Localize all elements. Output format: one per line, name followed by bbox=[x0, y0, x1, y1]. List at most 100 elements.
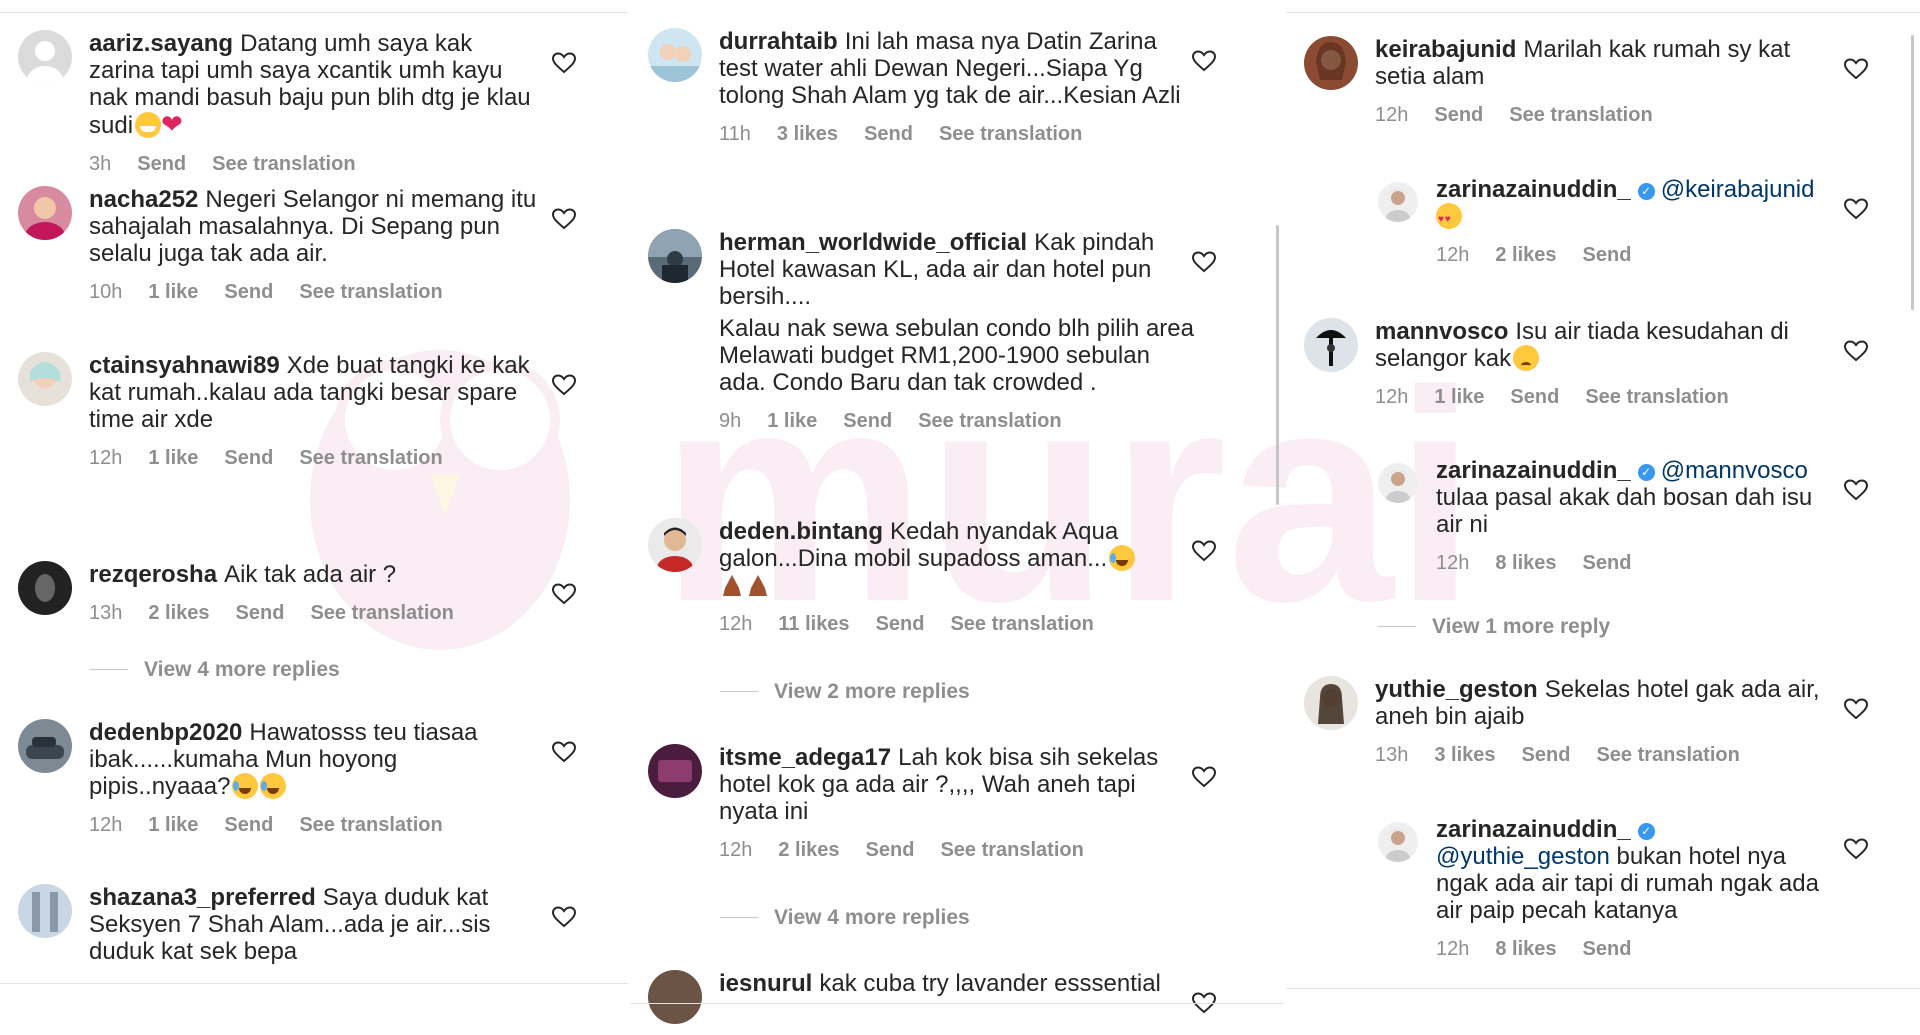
likes-count[interactable]: 11 likes bbox=[778, 613, 849, 635]
avatar[interactable] bbox=[648, 28, 702, 82]
like-heart-icon[interactable] bbox=[1844, 479, 1868, 501]
username[interactable]: deden.bintang bbox=[719, 518, 883, 545]
scrollbar[interactable] bbox=[1276, 225, 1279, 505]
likes-count[interactable]: 2 likes bbox=[1495, 244, 1556, 266]
see-translation-button[interactable]: See translation bbox=[918, 410, 1061, 432]
like-heart-icon[interactable] bbox=[1844, 340, 1868, 362]
send-button[interactable]: Send bbox=[1510, 386, 1559, 408]
username[interactable]: rezqerosha bbox=[89, 561, 217, 588]
avatar[interactable] bbox=[648, 744, 702, 798]
like-heart-icon[interactable] bbox=[1844, 838, 1868, 860]
view-more-replies-button[interactable]: View 4 more replies bbox=[720, 906, 970, 930]
view-more-replies-button[interactable]: View 2 more replies bbox=[720, 680, 970, 704]
view-more-replies-button[interactable]: View 1 more reply bbox=[1378, 615, 1610, 639]
like-heart-icon[interactable] bbox=[1844, 198, 1868, 220]
mention-link[interactable]: @yuthie_geston bbox=[1436, 843, 1610, 870]
avatar[interactable] bbox=[18, 186, 72, 240]
mention-link[interactable]: @keirabajunid bbox=[1661, 176, 1815, 203]
send-button[interactable]: Send bbox=[236, 602, 285, 624]
see-translation-button[interactable]: See translation bbox=[212, 153, 355, 175]
like-heart-icon[interactable] bbox=[1192, 50, 1216, 72]
send-button[interactable]: Send bbox=[1583, 938, 1632, 960]
avatar[interactable] bbox=[1378, 822, 1418, 862]
avatar[interactable] bbox=[648, 518, 702, 572]
send-button[interactable]: Send bbox=[864, 123, 913, 145]
see-translation-button[interactable]: See translation bbox=[299, 814, 442, 836]
likes-count[interactable]: 3 likes bbox=[1434, 744, 1495, 766]
send-button[interactable]: Send bbox=[1583, 552, 1632, 574]
username[interactable]: shazana3_preferred bbox=[89, 884, 316, 911]
send-button[interactable]: Send bbox=[866, 839, 915, 861]
likes-count[interactable]: 1 like bbox=[1434, 386, 1484, 408]
username[interactable]: zarinazainuddin_ bbox=[1436, 457, 1631, 484]
like-heart-icon[interactable] bbox=[552, 583, 576, 605]
likes-count[interactable]: 8 likes bbox=[1495, 552, 1556, 574]
username[interactable]: nacha252 bbox=[89, 186, 198, 213]
like-heart-icon[interactable] bbox=[552, 52, 576, 74]
avatar[interactable] bbox=[18, 719, 72, 773]
like-heart-icon[interactable] bbox=[552, 906, 576, 928]
send-button[interactable]: Send bbox=[137, 153, 186, 175]
username[interactable]: zarinazainuddin_ bbox=[1436, 816, 1631, 843]
avatar[interactable] bbox=[1378, 182, 1418, 222]
see-translation-button[interactable]: See translation bbox=[299, 447, 442, 469]
see-translation-button[interactable]: See translation bbox=[310, 602, 453, 624]
avatar[interactable] bbox=[648, 970, 702, 1024]
avatar[interactable] bbox=[1304, 676, 1358, 730]
avatar[interactable] bbox=[18, 30, 72, 84]
likes-count[interactable]: 1 like bbox=[148, 814, 198, 836]
likes-count[interactable]: 1 like bbox=[148, 281, 198, 303]
like-heart-icon[interactable] bbox=[552, 741, 576, 763]
mention-link[interactable]: @mannvosco bbox=[1661, 457, 1808, 484]
see-translation-button[interactable]: See translation bbox=[940, 839, 1083, 861]
username[interactable]: yuthie_geston bbox=[1375, 676, 1538, 703]
like-heart-icon[interactable] bbox=[552, 208, 576, 230]
see-translation-button[interactable]: See translation bbox=[1509, 104, 1652, 126]
send-button[interactable]: Send bbox=[224, 814, 273, 836]
likes-count[interactable]: 2 likes bbox=[148, 602, 209, 624]
avatar[interactable] bbox=[18, 352, 72, 406]
username[interactable]: keirabajunid bbox=[1375, 36, 1516, 63]
like-heart-icon[interactable] bbox=[1192, 251, 1216, 273]
send-button[interactable]: Send bbox=[1522, 744, 1571, 766]
username[interactable]: herman_worldwide_official bbox=[719, 229, 1027, 256]
avatar[interactable] bbox=[18, 561, 72, 615]
like-heart-icon[interactable] bbox=[1844, 58, 1868, 80]
see-translation-button[interactable]: See translation bbox=[1585, 386, 1728, 408]
view-more-replies-button[interactable]: View 4 more replies bbox=[90, 658, 340, 682]
avatar[interactable] bbox=[1304, 318, 1358, 372]
avatar[interactable] bbox=[18, 884, 72, 938]
send-button[interactable]: Send bbox=[1434, 104, 1483, 126]
send-button[interactable]: Send bbox=[224, 447, 273, 469]
see-translation-button[interactable]: See translation bbox=[1596, 744, 1739, 766]
like-heart-icon[interactable] bbox=[1844, 698, 1868, 720]
like-heart-icon[interactable] bbox=[1192, 766, 1216, 788]
likes-count[interactable]: 1 like bbox=[767, 410, 817, 432]
username[interactable]: dedenbp2020 bbox=[89, 719, 242, 746]
username[interactable]: itsme_adega17 bbox=[719, 744, 891, 771]
see-translation-button[interactable]: See translation bbox=[950, 613, 1093, 635]
likes-count[interactable]: 1 like bbox=[148, 447, 198, 469]
username[interactable]: zarinazainuddin_ bbox=[1436, 176, 1631, 203]
like-heart-icon[interactable] bbox=[1192, 540, 1216, 562]
send-button[interactable]: Send bbox=[224, 281, 273, 303]
see-translation-button[interactable]: See translation bbox=[939, 123, 1082, 145]
avatar[interactable] bbox=[1378, 463, 1418, 503]
username[interactable]: mannvosco bbox=[1375, 318, 1508, 345]
likes-count[interactable]: 2 likes bbox=[778, 839, 839, 861]
like-heart-icon[interactable] bbox=[552, 374, 576, 396]
username[interactable]: aariz.sayang bbox=[89, 30, 233, 57]
username[interactable]: durrahtaib bbox=[719, 28, 838, 55]
likes-count[interactable]: 3 likes bbox=[777, 123, 838, 145]
send-button[interactable]: Send bbox=[843, 410, 892, 432]
username[interactable]: iesnurul bbox=[719, 970, 812, 997]
avatar[interactable] bbox=[648, 229, 702, 283]
see-translation-button[interactable]: See translation bbox=[299, 281, 442, 303]
avatar[interactable] bbox=[1304, 36, 1358, 90]
send-button[interactable]: Send bbox=[1583, 244, 1632, 266]
username[interactable]: ctainsyahnawi89 bbox=[89, 352, 280, 379]
likes-count[interactable]: 8 likes bbox=[1495, 938, 1556, 960]
send-button[interactable]: Send bbox=[876, 613, 925, 635]
scrollbar[interactable] bbox=[1911, 35, 1914, 310]
comment-text: herman_worldwide_official Kak pindah Hote… bbox=[719, 229, 1155, 310]
